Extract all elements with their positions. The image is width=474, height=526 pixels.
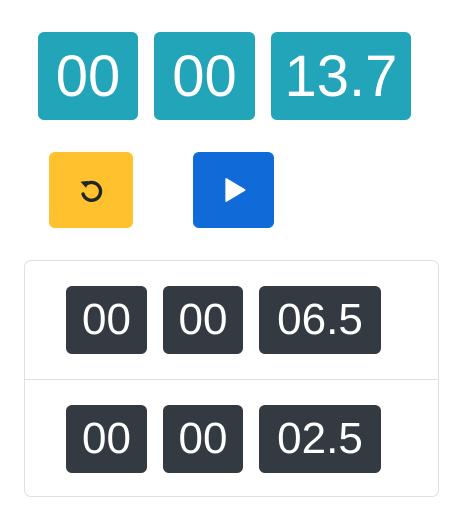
reset-icon bbox=[80, 180, 103, 202]
play-icon bbox=[224, 178, 245, 202]
stopwatch-app: 00 00 13.7 00 00 06.5 00 00 02.5 bbox=[0, 0, 474, 526]
lap-list: 00 00 06.5 00 00 02.5 bbox=[24, 260, 439, 497]
lap-row: 00 00 06.5 bbox=[25, 261, 438, 379]
lap-minutes: 00 bbox=[163, 404, 243, 473]
main-timer-display: 00 00 13.7 bbox=[38, 32, 411, 120]
lap-seconds: 02.5 bbox=[259, 404, 381, 473]
play-button[interactable] bbox=[193, 152, 274, 228]
lap-time-display: 00 00 02.5 bbox=[66, 404, 381, 473]
lap-minutes: 00 bbox=[163, 286, 243, 354]
lap-time-display: 00 00 06.5 bbox=[66, 286, 381, 354]
timer-minutes: 00 bbox=[154, 32, 255, 120]
timer-hours: 00 bbox=[38, 32, 138, 120]
reset-button[interactable] bbox=[49, 152, 133, 228]
timer-seconds: 13.7 bbox=[271, 32, 411, 120]
lap-hours: 00 bbox=[66, 404, 147, 473]
lap-hours: 00 bbox=[66, 286, 147, 354]
lap-seconds: 06.5 bbox=[259, 286, 381, 354]
lap-row: 00 00 02.5 bbox=[25, 379, 438, 497]
